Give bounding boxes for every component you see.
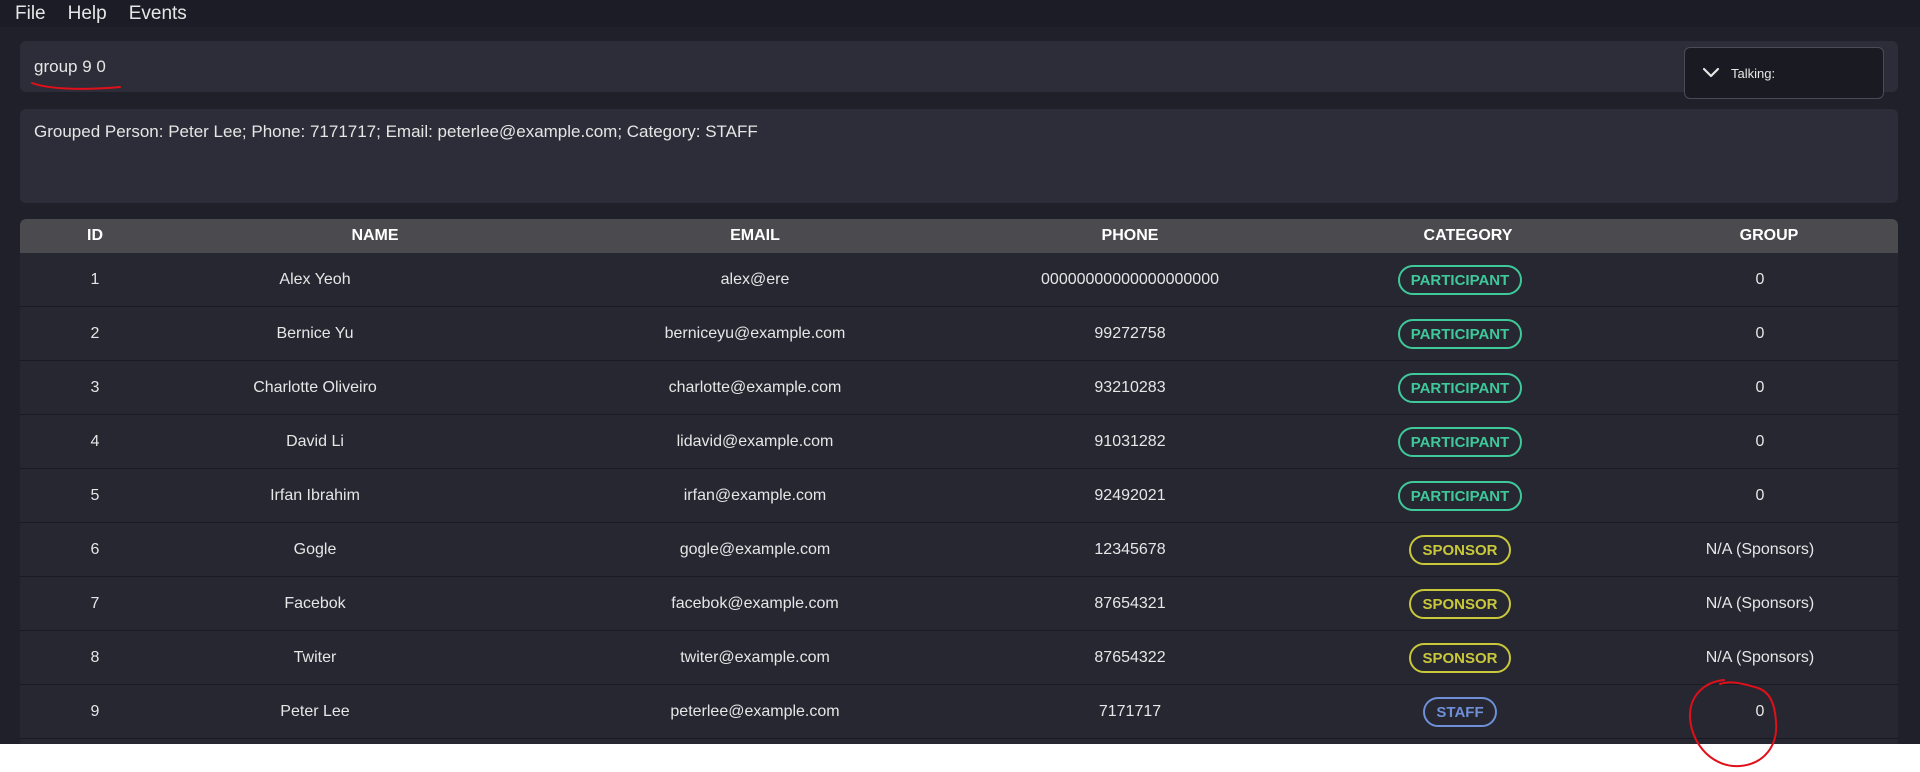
category-badge: PARTICIPANT: [1397, 480, 1523, 511]
table-row[interactable]: 9 Peter Lee peterlee@example.com 7171717…: [20, 685, 1898, 739]
cell-id: 3: [90, 379, 100, 396]
table-header: ID NAME EMAIL PHONE CATEGORY GROUP: [20, 219, 1898, 253]
red-underline-annotation: [31, 82, 121, 90]
cell-category: PARTICIPANT: [1310, 361, 1610, 415]
cell-email: peterlee@example.com: [670, 703, 840, 720]
app-window: File Help Events Talking: Grouped Person…: [0, 0, 1920, 744]
cell-id: 4: [90, 433, 100, 450]
menu-bar: File Help Events: [0, 0, 1920, 27]
cell-phone: 12345678: [1094, 541, 1166, 558]
result-text: Grouped Person: Peter Lee; Phone: 717171…: [34, 122, 758, 141]
header-id[interactable]: ID: [20, 219, 170, 253]
talking-dropdown-button[interactable]: Talking:: [1684, 47, 1884, 99]
command-box: [20, 41, 1898, 92]
cell-group: N/A (Sponsors): [1705, 595, 1815, 612]
cell-name: Gogle: [293, 541, 337, 558]
cell-email: alex@ere: [720, 271, 790, 288]
menu-file[interactable]: File: [7, 2, 54, 26]
cell-phone: 91031282: [1094, 433, 1166, 450]
result-display: Grouped Person: Peter Lee; Phone: 717171…: [20, 109, 1898, 203]
category-badge: SPONSOR: [1409, 588, 1511, 619]
table-row[interactable]: 1 Alex Yeoh alex@ere 0000000000000000000…: [20, 253, 1898, 307]
cell-group: 0: [1755, 379, 1765, 396]
cell-group: 0: [1755, 487, 1765, 504]
category-badge: PARTICIPANT: [1397, 372, 1523, 403]
cell-id: 7: [90, 595, 100, 612]
cell-category: PARTICIPANT: [1310, 253, 1610, 307]
cell-category: SPONSOR: [1310, 577, 1610, 631]
cell-name: Bernice Yu: [276, 325, 354, 342]
cell-category: PARTICIPANT: [1310, 307, 1610, 361]
table-row[interactable]: 5 Irfan Ibrahim irfan@example.com 924920…: [20, 469, 1898, 523]
cell-phone: 92492021: [1094, 487, 1166, 504]
cell-phone: 99272758: [1094, 325, 1166, 342]
cell-group: 0: [1755, 325, 1765, 342]
table-row[interactable]: 3 Charlotte Oliveiro charlotte@example.c…: [20, 361, 1898, 415]
cell-email: charlotte@example.com: [668, 379, 842, 396]
cell-group: N/A (Sponsors): [1705, 541, 1815, 558]
menu-help[interactable]: Help: [60, 2, 115, 26]
cell-id: 6: [90, 541, 100, 558]
cell-email: lidavid@example.com: [676, 433, 834, 450]
cell-group: 0: [1755, 271, 1765, 288]
person-table: ID NAME EMAIL PHONE CATEGORY GROUP 1 Ale…: [20, 219, 1898, 744]
cell-category: SPONSOR: [1310, 523, 1610, 577]
cell-id: 5: [90, 487, 100, 504]
category-badge: STAFF: [1423, 696, 1497, 727]
cell-phone: 7171717: [1098, 703, 1162, 720]
cell-name: Twiter: [293, 649, 337, 666]
cell-group: 0: [1755, 433, 1765, 450]
table-row[interactable]: 8 Twiter twiter@example.com 87654322 SPO…: [20, 631, 1898, 685]
cell-name: David Li: [286, 433, 344, 450]
cell-phone: 87654321: [1094, 595, 1166, 612]
cell-name: Charlotte Oliveiro: [253, 379, 377, 396]
chevron-down-icon: [1702, 67, 1720, 78]
menu-events[interactable]: Events: [121, 2, 195, 26]
cell-phone: 87654322: [1094, 649, 1166, 666]
command-input[interactable]: [34, 41, 1634, 92]
category-badge: PARTICIPANT: [1397, 318, 1523, 349]
cell-email: facebok@example.com: [671, 595, 839, 612]
cell-email: berniceyu@example.com: [664, 325, 846, 342]
cell-category: PARTICIPANT: [1310, 415, 1610, 469]
cell-name: Facebok: [284, 595, 346, 612]
cell-category: STAFF: [1310, 685, 1610, 739]
table-row[interactable]: 2 Bernice Yu berniceyu@example.com 99272…: [20, 307, 1898, 361]
cell-category: PARTICIPANT: [1310, 469, 1610, 523]
table-row[interactable]: 7 Facebok facebok@example.com 87654321 S…: [20, 577, 1898, 631]
category-badge: SPONSOR: [1409, 534, 1511, 565]
category-badge: PARTICIPANT: [1397, 426, 1523, 457]
cell-phone: 93210283: [1094, 379, 1166, 396]
table-row[interactable]: 6 Gogle gogle@example.com 12345678 SPONS…: [20, 523, 1898, 577]
cell-email: twiter@example.com: [680, 649, 830, 666]
cell-name: Peter Lee: [280, 703, 350, 720]
header-phone[interactable]: PHONE: [930, 219, 1330, 253]
cell-id: 2: [90, 325, 100, 342]
table-row[interactable]: 4 David Li lidavid@example.com 91031282 …: [20, 415, 1898, 469]
red-circle-annotation: [1688, 679, 1778, 768]
talking-label: Talking:: [1731, 65, 1776, 81]
cell-id: 9: [90, 703, 100, 720]
cell-phone: 00000000000000000000: [1041, 271, 1219, 288]
cell-id: 8: [90, 649, 100, 666]
cell-name: Alex Yeoh: [279, 271, 351, 288]
cell-id: 1: [90, 271, 100, 288]
header-email[interactable]: EMAIL: [555, 219, 955, 253]
header-category[interactable]: CATEGORY: [1318, 219, 1618, 253]
cell-category: SPONSOR: [1310, 631, 1610, 685]
category-badge: SPONSOR: [1409, 642, 1511, 673]
header-group[interactable]: GROUP: [1619, 219, 1898, 253]
header-name[interactable]: NAME: [210, 219, 540, 253]
cell-name: Irfan Ibrahim: [270, 487, 360, 504]
category-badge: PARTICIPANT: [1397, 264, 1523, 295]
cell-email: gogle@example.com: [679, 541, 831, 558]
cell-email: irfan@example.com: [683, 487, 827, 504]
